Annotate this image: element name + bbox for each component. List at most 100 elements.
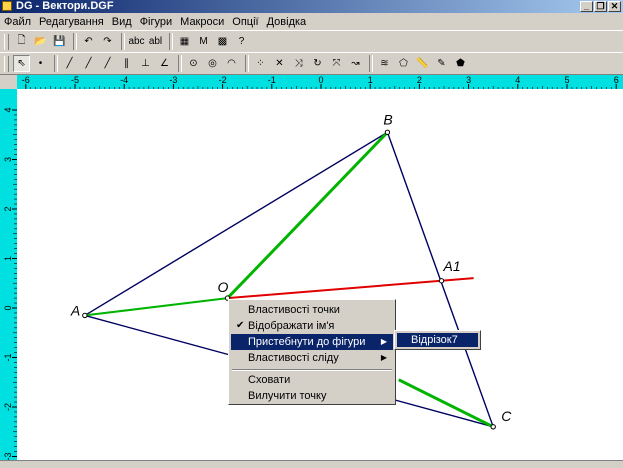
save-icon[interactable]: 💾 <box>51 33 68 50</box>
title-bar: DG - Вектори.DGF _ ❐ ✕ <box>0 0 623 13</box>
point-label: B <box>383 111 392 127</box>
x-tick-label: -4 <box>120 75 128 85</box>
menu-view[interactable]: Вид <box>108 16 136 28</box>
point-c <box>490 424 496 430</box>
menu-item-label: Властивості сліду <box>248 352 339 364</box>
main-toolbar: 🗋 📂 💾 ↶ ↷ abc abl ▦ M ▩? <box>0 30 623 53</box>
rotation-tool-icon[interactable]: ↻ <box>309 55 326 72</box>
menu-item-hide[interactable]: Сховати <box>231 372 393 388</box>
locus-tool-icon[interactable]: ≋ <box>376 55 393 72</box>
plot-area[interactable] <box>17 89 623 463</box>
y-tick-label: 3 <box>3 157 13 162</box>
parallel-tool-icon[interactable]: ∥ <box>118 55 135 72</box>
x-tick-label: -6 <box>22 75 30 85</box>
menu-divider <box>232 369 392 371</box>
x-tick-label: -2 <box>219 75 227 85</box>
x-tick-label: 4 <box>515 75 520 85</box>
menu-item-label: Сховати <box>248 374 291 386</box>
x-tick-label: -5 <box>71 75 79 85</box>
x-tick-label: 3 <box>466 75 471 85</box>
y-tick-label: 1 <box>3 256 13 261</box>
circle-tool-icon[interactable]: ⊙ <box>185 55 202 72</box>
submenu-arrow-icon: ▶ <box>380 353 387 362</box>
polygon-tool-icon[interactable]: ⬠ <box>395 55 412 72</box>
close-button[interactable]: ✕ <box>608 1 621 12</box>
tools-toolbar: ⇖ • ╱ ╱ ╱ ∥ ⊥ ∠ ⊙ ◎ ◠ ⁘ ✕ ⤨ ↻ ⤧ ↝ ≋ ⬠ 📏 ✎ ⬟ <box>0 52 623 75</box>
homothety-tool-icon[interactable]: ⤧ <box>328 55 345 72</box>
y-tick-label: 4 <box>3 107 13 112</box>
menu-edit[interactable]: Редагування <box>35 16 108 28</box>
menu-item-label: Пристебнути до фігури <box>248 336 366 348</box>
minimize-button[interactable]: _ <box>580 1 593 12</box>
x-tick-label: 2 <box>417 75 422 85</box>
open-folder-icon[interactable]: 📂 <box>32 33 49 50</box>
new-file-icon[interactable]: 🗋 <box>13 33 30 50</box>
menu-item-show-name[interactable]: ✔ Відображати ім'я <box>231 318 393 334</box>
menu-item-point-properties[interactable]: Властивості точки <box>231 302 393 318</box>
y-tick-label: -2 <box>3 403 13 411</box>
toolbar-separator <box>54 55 58 72</box>
menu-item-attach-to-figure[interactable]: Пристебнути до фігури ▶ <box>231 334 393 350</box>
menu-figures[interactable]: Фігури <box>136 16 176 28</box>
segment-tool-icon[interactable]: ╱ <box>61 55 78 72</box>
point-label: A <box>70 302 80 318</box>
label-abl-icon[interactable]: abl <box>147 33 164 50</box>
menu-item-label: Відображати ім'я <box>248 320 335 332</box>
undo-icon[interactable]: ↶ <box>80 33 97 50</box>
circle-radius-tool-icon[interactable]: ◎ <box>204 55 221 72</box>
check-icon: ✔ <box>236 320 245 331</box>
redo-icon[interactable]: ↷ <box>99 33 116 50</box>
ray-tool-icon[interactable]: ╱ <box>99 55 116 72</box>
perpendicular-tool-icon[interactable]: ⊥ <box>137 55 154 72</box>
app-icon <box>2 1 12 11</box>
color-grid-icon[interactable]: ▩ <box>214 33 231 50</box>
menu-macros[interactable]: Макроси <box>176 16 228 28</box>
x-tick-label: 0 <box>318 75 323 85</box>
x-tick-label: -1 <box>268 75 276 85</box>
point-label: A1 <box>443 258 461 274</box>
y-tick-label: -1 <box>3 353 13 361</box>
window-title: DG - Вектори.DGF <box>16 0 114 12</box>
point-b <box>384 129 391 135</box>
point-label: C <box>501 408 512 424</box>
fill-polygon-tool-icon[interactable]: ⬟ <box>452 55 469 72</box>
menu-item-delete-point[interactable]: Вилучити точку <box>231 388 393 404</box>
angle-bisector-tool-icon[interactable]: ∠ <box>156 55 173 72</box>
eraser-tool-icon[interactable]: ✎ <box>433 55 450 72</box>
x-tick-label: -3 <box>169 75 177 85</box>
intersection-tool-icon[interactable]: ✕ <box>271 55 288 72</box>
toolbar-separator <box>178 55 182 72</box>
x-tick-label: 6 <box>614 75 619 85</box>
restore-button[interactable]: ❐ <box>594 1 607 12</box>
help-icon[interactable]: ? <box>233 33 250 50</box>
submenu-item-segment7[interactable]: Відрізок7 <box>397 333 478 347</box>
midpoint-tool-icon[interactable]: ⁘ <box>252 55 269 72</box>
menu-help[interactable]: Довідка <box>263 16 311 28</box>
symmetry-tool-icon[interactable]: ⤨ <box>290 55 307 72</box>
point-label: O <box>218 279 229 295</box>
x-tick-label: 5 <box>564 75 569 85</box>
toolbar-separator <box>73 33 77 50</box>
point-a <box>82 312 88 319</box>
menu-item-label: Властивості точки <box>248 304 340 316</box>
arc-tool-icon[interactable]: ◠ <box>223 55 240 72</box>
y-tick-label: 2 <box>3 206 13 211</box>
toolbar-grip[interactable] <box>4 33 9 50</box>
macro-icon[interactable]: M <box>195 33 212 50</box>
menu-bar: Файл Редагування Вид Фігури Макроси Опці… <box>0 13 623 30</box>
label-abc-icon[interactable]: abc <box>128 33 145 50</box>
menu-item-trace-properties[interactable]: Властивості сліду ▶ <box>231 350 393 366</box>
y-tick-label: 0 <box>3 305 13 310</box>
translation-tool-icon[interactable]: ↝ <box>347 55 364 72</box>
menu-file[interactable]: Файл <box>0 16 35 28</box>
toolbar-grip[interactable] <box>4 55 9 72</box>
toolbar-separator <box>121 33 125 50</box>
submenu-arrow-icon: ▶ <box>380 337 387 346</box>
menu-options[interactable]: Опції <box>228 16 262 28</box>
pointer-tool-icon[interactable]: ⇖ <box>13 55 30 72</box>
line-tool-icon[interactable]: ╱ <box>80 55 97 72</box>
calculator-icon[interactable]: ▦ <box>176 33 193 50</box>
point-tool-icon[interactable]: • <box>32 55 49 72</box>
point-a1 <box>438 278 445 284</box>
measure-tool-icon[interactable]: 📏 <box>414 55 431 72</box>
